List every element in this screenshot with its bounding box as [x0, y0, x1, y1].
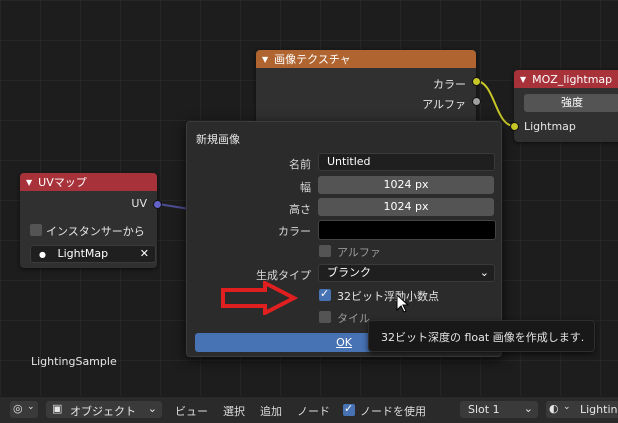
menu-node[interactable]: ノード	[297, 403, 330, 419]
color-output-socket[interactable]	[472, 77, 481, 86]
menu-select[interactable]: 選択	[223, 403, 245, 419]
object-mode-icon: ▣	[52, 402, 63, 415]
width-label: 幅	[300, 181, 311, 194]
name-input[interactable]: Untitled	[318, 153, 495, 171]
uv-output-socket[interactable]	[153, 200, 162, 209]
menu-add[interactable]: 追加	[260, 403, 282, 419]
lightmap-node-header[interactable]: ▼ MOZ_lightmap	[514, 70, 618, 88]
dialog-title: 新規画像	[196, 133, 240, 146]
uv-output-label: UV	[131, 197, 147, 210]
height-field[interactable]: 1024 px	[318, 198, 494, 216]
tiled-label: タイル	[337, 312, 370, 325]
uvmap-dot-icon: ●	[39, 250, 46, 259]
editor-type-button[interactable]: ◎ ⌄	[10, 401, 38, 418]
chevron-down-icon: ⌄	[147, 402, 157, 415]
color-label: カラー	[278, 225, 311, 238]
alpha-output-socket[interactable]	[472, 97, 481, 106]
slot-select[interactable]: Slot 1 ⌄	[460, 401, 538, 418]
chevron-down-icon: ⌄	[27, 402, 35, 412]
output-alpha-label: アルファ	[422, 98, 466, 111]
float-buffer-checkbox[interactable]	[319, 287, 331, 301]
use-nodes-label: ノードを使用	[360, 405, 426, 418]
alpha-label: アルファ	[337, 246, 381, 259]
slot-value: Slot 1	[468, 403, 500, 416]
clear-icon[interactable]: ✕	[140, 246, 149, 262]
material-sphere-icon: ◐	[549, 402, 559, 415]
lightmap-input-label: Lightmap	[524, 120, 576, 133]
generation-type-value: ブランク	[327, 266, 371, 279]
float-buffer-label: 32ビット浮動小数点	[337, 290, 439, 303]
uvmap-title: UVマップ	[38, 176, 87, 189]
link-color-to-lightmap	[475, 80, 515, 127]
strength-field[interactable]: 強度	[524, 94, 618, 112]
tiled-checkbox[interactable]	[319, 311, 331, 323]
uvmap-select[interactable]: ● LightMap ✕	[30, 245, 156, 263]
annotation-arrow-icon	[221, 281, 298, 315]
height-label: 高さ	[289, 203, 311, 216]
mode-select[interactable]: ▣ オブジェクト ⌄	[46, 401, 162, 418]
width-field[interactable]: 1024 px	[318, 176, 494, 194]
image-texture-title: 画像テクスチャ	[274, 53, 351, 66]
collapse-triangle-icon[interactable]: ▼	[520, 75, 526, 84]
tooltip-text: 32ビット深度の float 画像を作成します.	[381, 331, 585, 344]
chevron-down-icon: ⌄	[479, 266, 489, 279]
menu-view[interactable]: ビュー	[175, 403, 208, 419]
uvmap-value: LightMap	[57, 247, 109, 260]
generation-type-select[interactable]: ブランク ⌄	[318, 264, 495, 282]
image-texture-node[interactable]: ▼ 画像テクスチャ カラー アルファ	[256, 50, 476, 130]
use-nodes-checkbox[interactable]	[343, 402, 355, 416]
editor-header-bar: ◎ ⌄ ▣ オブジェクト ⌄ ビュー 選択 追加 ノード ノードを使用 Slot…	[0, 396, 618, 423]
tooltip: 32ビット深度の float 画像を作成します.	[368, 320, 595, 352]
lightmap-input-socket[interactable]	[510, 122, 519, 131]
chevron-down-icon: ⌄	[563, 402, 571, 412]
output-color-label: カラー	[433, 78, 466, 91]
from-instancer-checkbox[interactable]	[30, 224, 42, 236]
lightmap-node[interactable]: ▼ MOZ_lightmap 強度 Lightmap	[514, 70, 618, 142]
editor-type-icon: ◎	[13, 402, 23, 415]
collapse-triangle-icon[interactable]: ▼	[262, 55, 268, 64]
lightmap-title: MOZ_lightmap	[532, 72, 613, 86]
material-select[interactable]: ◐ ⌄ Lighting	[546, 401, 618, 418]
alpha-checkbox[interactable]	[319, 245, 331, 257]
uvmap-node[interactable]: ▼ UVマップ UV インスタンサーから ● LightMap ✕	[20, 173, 157, 268]
mouse-cursor-icon	[396, 294, 410, 313]
material-value: Lighting	[580, 403, 618, 416]
from-instancer-label: インスタンサーから	[46, 225, 145, 238]
uvmap-node-header[interactable]: ▼ UVマップ	[20, 173, 157, 191]
ok-label: OK	[336, 336, 352, 349]
chevron-down-icon: ⌄	[523, 402, 533, 415]
frame-label: LightingSample	[31, 355, 117, 368]
mode-label: オブジェクト	[70, 405, 136, 418]
image-texture-node-header[interactable]: ▼ 画像テクスチャ	[256, 50, 476, 68]
name-label: 名前	[289, 158, 311, 171]
collapse-triangle-icon[interactable]: ▼	[26, 178, 32, 187]
color-swatch[interactable]	[318, 220, 496, 240]
